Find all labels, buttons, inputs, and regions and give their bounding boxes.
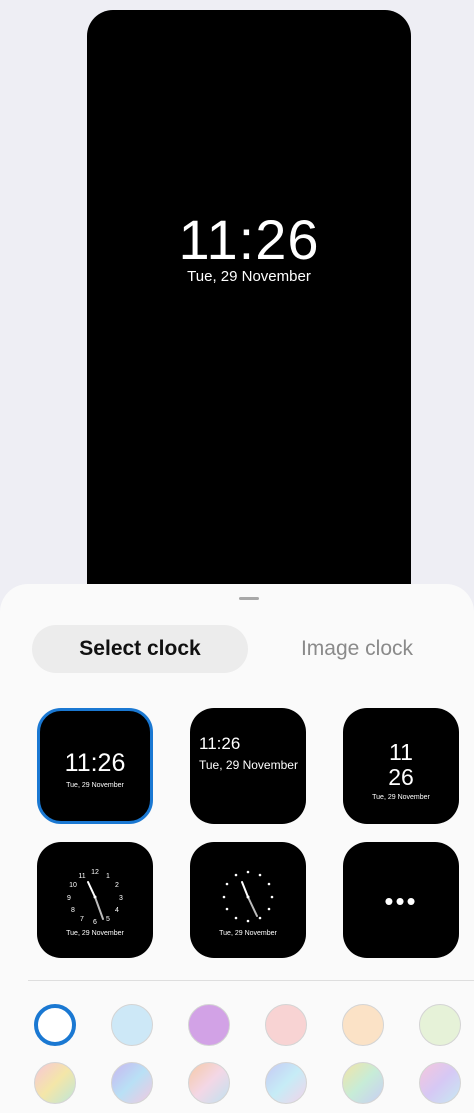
clock-style-analog-dots[interactable]: Tue, 29 November xyxy=(190,842,306,958)
dial-number: 2 xyxy=(115,882,119,889)
clock-style-analog-numbers[interactable]: 12 1 2 3 4 5 6 7 8 9 10 11 Tue, 29 Novem… xyxy=(37,842,153,958)
tab-select-clock[interactable]: Select clock xyxy=(32,625,248,673)
dial-number: 12 xyxy=(91,869,99,876)
gradient-swatch-5[interactable] xyxy=(342,1062,384,1104)
color-swatch-peach[interactable] xyxy=(342,1004,384,1046)
dial-number: 10 xyxy=(69,882,77,889)
preview-time: 11:26 xyxy=(178,208,320,271)
gradient-swatch-4[interactable] xyxy=(265,1062,307,1104)
drag-handle[interactable] xyxy=(239,597,259,600)
gradient-swatch-6[interactable] xyxy=(419,1062,461,1104)
tile-date: Tue, 29 November xyxy=(199,758,298,772)
more-styles-button[interactable]: ••• xyxy=(343,842,459,958)
dial-number: 3 xyxy=(119,895,123,902)
tile-time: 11:26 xyxy=(64,749,126,777)
tile-date: Tue, 29 November xyxy=(372,794,430,801)
clock-style-digital-stacked[interactable]: 11 26 Tue, 29 November xyxy=(343,708,459,824)
dial-number: 11 xyxy=(78,873,85,880)
dial-number: 5 xyxy=(106,916,110,923)
aod-preview-screen: 11:26 Tue, 29 November xyxy=(87,10,411,610)
color-swatch-light-blue[interactable] xyxy=(111,1004,153,1046)
gradient-swatch-2[interactable] xyxy=(111,1062,153,1104)
tile-time: 11:26 xyxy=(199,734,241,753)
analog-dial-icon: 12 1 2 3 4 5 6 7 8 9 10 11 xyxy=(67,869,123,926)
clock-style-digital-centered[interactable]: 11:26 Tue, 29 November xyxy=(37,708,153,824)
tab-image-clock[interactable]: Image clock xyxy=(250,625,464,673)
dial-number: 7 xyxy=(80,916,84,923)
color-swatch-pink[interactable] xyxy=(265,1004,307,1046)
gradient-swatch-1[interactable] xyxy=(34,1062,76,1104)
dial-number: 8 xyxy=(71,907,75,914)
more-icon: ••• xyxy=(384,886,418,916)
tile-hours: 11 xyxy=(389,739,413,765)
dial-number: 1 xyxy=(106,873,110,880)
clock-style-sheet: Select clock Image clock 11:26 Tue, 29 N… xyxy=(0,584,474,1113)
tile-date: Tue, 29 November xyxy=(219,930,277,937)
divider xyxy=(28,980,474,981)
dial-number: 6 xyxy=(93,919,97,926)
color-swatch-purple[interactable] xyxy=(188,1004,230,1046)
clock-style-digital-left[interactable]: 11:26 Tue, 29 November xyxy=(190,708,306,824)
color-swatch-white[interactable] xyxy=(34,1004,76,1046)
gradient-swatch-3[interactable] xyxy=(188,1062,230,1104)
preview-date: Tue, 29 November xyxy=(187,268,311,285)
dial-number: 9 xyxy=(67,895,71,902)
tile-date: Tue, 29 November xyxy=(66,782,124,789)
dial-number: 4 xyxy=(115,907,119,914)
color-swatch-light-green[interactable] xyxy=(419,1004,461,1046)
tile-date: Tue, 29 November xyxy=(66,930,124,937)
tile-minutes: 26 xyxy=(388,764,414,790)
analog-dial-icon xyxy=(222,870,274,923)
